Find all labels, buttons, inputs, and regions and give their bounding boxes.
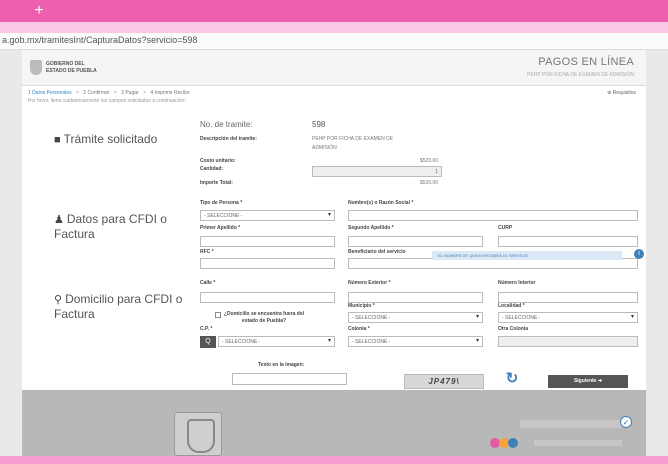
step-confirmar[interactable]: 2 Confirmar	[83, 90, 109, 96]
fuera-estado-checkbox[interactable]	[215, 312, 221, 318]
beneficiario-notice: EL NOMBRE DE QUIEN RECIBIRÁ EL SERVICIO	[432, 251, 622, 260]
fuera-estado-label: ¿Domicilio se encuentra fuera del estado…	[224, 311, 305, 324]
page-title: PAGOS EN LÍNEA	[538, 56, 634, 68]
segundo-apellido-input[interactable]	[348, 236, 483, 247]
beneficiario-label: Beneficiario del servicio	[348, 249, 406, 255]
cantidad-label: Cantidad:	[200, 166, 224, 172]
shield-icon	[30, 60, 42, 75]
importe-total-label: Importe Total:	[200, 180, 233, 186]
localidad-label: Localidad *	[498, 303, 525, 309]
wizard-steps: 1 Datos Personales > 2 Confirmar > 3 Pag…	[28, 90, 193, 96]
calle-input[interactable]	[200, 292, 335, 303]
cp-select[interactable]: - SELECCIONE -	[218, 336, 335, 347]
otra-colonia-input	[498, 336, 638, 347]
government-logo: GOBIERNO DEL ESTADO DE PUEBLA	[30, 58, 120, 78]
costo-unitario-label: Costo unitario:	[200, 158, 236, 164]
page-subtitle: PEHP POR FICHA DE EXAMEN DE ADMISIÓN	[527, 72, 634, 78]
taskbar-strip	[0, 456, 668, 464]
numero-exterior-label: Número Exterior *	[348, 280, 391, 286]
requirements-link[interactable]: ⊕ Requisitos	[607, 90, 636, 96]
page-header: GOBIERNO DEL ESTADO DE PUEBLA PAGOS EN L…	[22, 50, 646, 86]
user-icon: ♟	[54, 214, 64, 226]
costo-unitario-value: $520.00	[420, 158, 439, 164]
search-icon: Q	[205, 338, 211, 345]
importe-total-value: $520.00	[420, 180, 439, 186]
footer-logo-dot	[508, 438, 518, 448]
tipo-persona-label: Tipo de Persona *	[200, 200, 243, 206]
numero-exterior-input[interactable]	[348, 292, 483, 303]
section-tramite-title: ■ Trámite solicitado	[54, 132, 158, 146]
new-tab-button[interactable]: +	[30, 2, 48, 20]
logo-text: GOBIERNO DEL ESTADO DE PUEBLA	[46, 61, 97, 74]
captcha-label: Texto en la imagen:	[258, 362, 305, 368]
primer-apellido-label: Primer Apellido *	[200, 225, 241, 231]
footer-logo-text	[534, 440, 622, 446]
check-icon: ✓	[620, 416, 632, 428]
colonia-label: Colonia *	[348, 326, 370, 332]
captcha-image: JP479\	[404, 374, 484, 389]
state-seal-icon	[174, 412, 222, 456]
curp-label: CURP	[498, 225, 513, 231]
section-domicilio-title: ⚲ Domicilio para CFDI o Factura	[54, 292, 183, 321]
step-datos-personales[interactable]: 1 Datos Personales	[28, 90, 72, 96]
step-separator: >	[113, 90, 117, 96]
cantidad-field: 1	[312, 166, 442, 177]
tipo-persona-select[interactable]: - SELECCIONE -	[200, 210, 335, 221]
info-icon[interactable]: i	[634, 249, 644, 259]
step-imprimir-recibo[interactable]: 4 Imprimir Recibo	[150, 90, 189, 96]
numero-interior-input[interactable]	[498, 292, 638, 303]
tramite-description-label: Descripción del tramite:	[200, 136, 257, 142]
rfc-label: RFC *	[200, 249, 214, 255]
primer-apellido-input[interactable]	[200, 236, 335, 247]
browser-tab-strip: +	[0, 0, 668, 22]
nombre-input[interactable]	[348, 210, 638, 221]
colonia-select[interactable]: - SELECCIONE -	[348, 336, 483, 347]
map-marker-icon: ⚲	[54, 294, 63, 306]
segundo-apellido-label: Segundo Apellido *	[348, 225, 394, 231]
url-text: a.gob.mx/tramitesInt/CapturaDatos?servic…	[2, 35, 198, 45]
calle-label: Calle *	[200, 280, 216, 286]
cp-label: C.P. *	[200, 326, 213, 332]
captcha-input[interactable]	[232, 373, 347, 385]
municipio-select[interactable]: - SELECCIONE -	[348, 312, 483, 323]
page-footer: ✓	[22, 390, 646, 456]
tramite-number-value: 598	[312, 120, 326, 129]
numero-interior-label: Número Interior	[498, 280, 536, 286]
otra-colonia-label: Otra Colonia	[498, 326, 529, 332]
cp-search-button[interactable]: Q	[200, 336, 216, 348]
form-instructions: Por favor, llena cuidadosamente los camp…	[28, 98, 186, 104]
step-separator: >	[76, 90, 79, 96]
next-button[interactable]: Siguiente ➔	[548, 375, 628, 388]
footer-badge	[520, 420, 630, 428]
address-bar[interactable]: a.gob.mx/tramitesInt/CapturaDatos?servic…	[0, 33, 668, 50]
section-cfdi-title: ♟ Datos para CFDI o Factura	[54, 212, 167, 241]
tramite-number-label: No. de tramite:	[200, 120, 253, 129]
document-icon: ■	[54, 134, 61, 146]
refresh-captcha-icon[interactable]: ↻	[503, 370, 521, 388]
tramite-description-value: PEHP POR FICHA DE EXAMEN DE ADMISIÓN	[312, 136, 394, 151]
localidad-select[interactable]: - SELECCIONE -	[498, 312, 638, 323]
nombre-label: Nombre(s) o Razón Social *	[348, 200, 414, 206]
step-pagar[interactable]: 3 Pagar	[121, 90, 139, 96]
step-separator: >	[143, 90, 146, 96]
rfc-input[interactable]	[200, 258, 335, 269]
municipio-label: Municipio *	[348, 303, 375, 309]
curp-input[interactable]	[498, 236, 638, 247]
